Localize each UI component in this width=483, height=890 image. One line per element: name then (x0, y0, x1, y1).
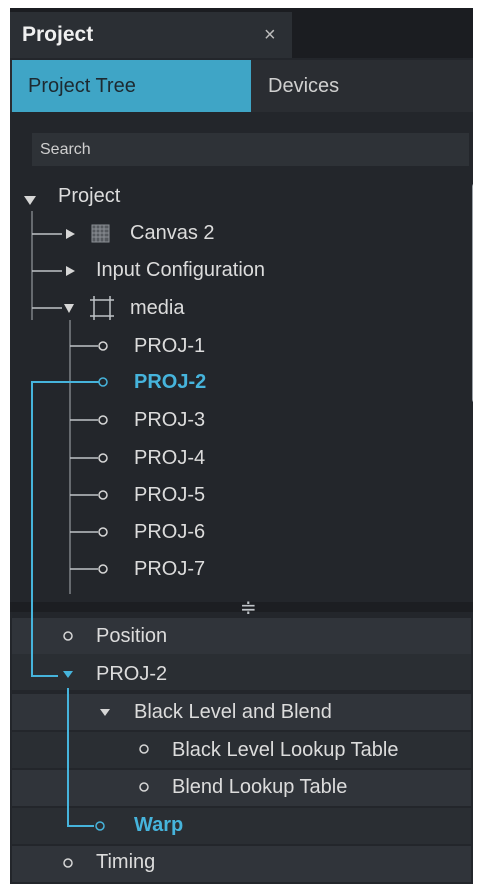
media-item[interactable]: PROJ-3 (134, 409, 205, 432)
tree-item-media[interactable]: media (130, 297, 184, 320)
node-circle-icon (98, 527, 108, 537)
detail-blend-lut[interactable]: Blend Lookup Table (172, 776, 347, 799)
expand-triangle-icon (24, 196, 36, 205)
detail-proj[interactable]: PROJ-2 (96, 663, 167, 686)
node-circle-icon (98, 341, 108, 351)
node-circle-icon (139, 782, 149, 792)
media-item[interactable]: PROJ-1 (134, 335, 205, 358)
tree-root[interactable]: Project (58, 185, 120, 208)
node-circle-icon (139, 744, 149, 754)
expand-triangle-icon (100, 709, 110, 716)
node-circle-icon (98, 564, 108, 574)
tree-item-input-configuration[interactable]: Input Configuration (96, 259, 265, 282)
node-circle-icon (98, 377, 108, 387)
expand-triangle-icon (64, 304, 74, 313)
media-item[interactable]: PROJ-7 (134, 558, 205, 581)
node-circle-icon (98, 490, 108, 500)
canvas-grid-icon (91, 224, 110, 243)
node-circle-icon (63, 858, 73, 868)
media-item[interactable]: PROJ-4 (134, 447, 205, 470)
detail-black-level-lut[interactable]: Black Level Lookup Table (172, 739, 398, 762)
detail-position[interactable]: Position (96, 625, 167, 648)
detail-black-level-blend[interactable]: Black Level and Blend (134, 701, 332, 724)
media-item-selected[interactable]: PROJ-2 (134, 371, 206, 394)
project-panel: Project × Project Tree Devices ≑ (10, 8, 473, 884)
collapse-arrow-icon (66, 266, 75, 276)
media-item[interactable]: PROJ-5 (134, 484, 205, 507)
node-circle-icon (98, 453, 108, 463)
node-circle-icon (95, 821, 105, 831)
collapse-arrow-icon (66, 229, 75, 239)
detail-timing[interactable]: Timing (96, 851, 155, 874)
detail-warp[interactable]: Warp (134, 814, 183, 837)
media-frame-icon (90, 296, 114, 320)
tree-item-canvas[interactable]: Canvas 2 (130, 222, 215, 245)
media-item[interactable]: PROJ-6 (134, 521, 205, 544)
node-circle-icon (63, 631, 73, 641)
expand-triangle-icon (63, 671, 73, 678)
node-circle-icon (98, 415, 108, 425)
